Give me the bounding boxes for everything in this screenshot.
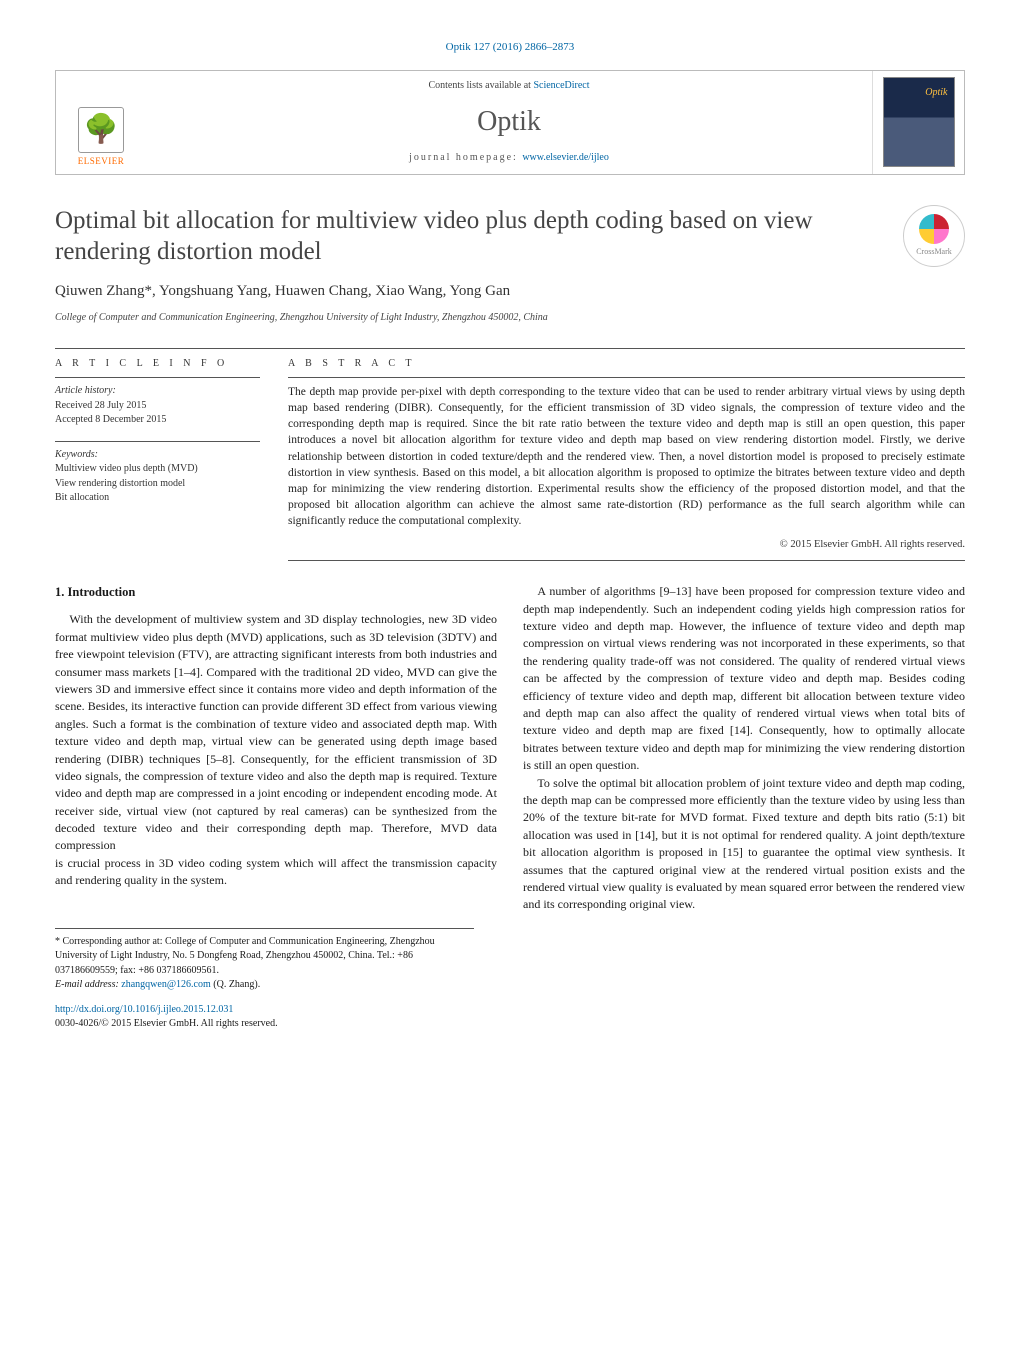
- issn-line: 0030-4026/© 2015 Elsevier GmbH. All righ…: [55, 1018, 278, 1029]
- keyword-2: Bit allocation: [55, 491, 260, 505]
- contents-prefix: Contents lists available at: [428, 80, 533, 91]
- article-info-col: A R T I C L E I N F O Article history: R…: [55, 349, 260, 562]
- section-1-heading: 1. Introduction: [55, 583, 497, 601]
- footnotes: * Corresponding author at: College of Co…: [55, 928, 474, 993]
- homepage-label: journal homepage:: [409, 152, 522, 163]
- history-block: Article history: Received 28 July 2015 A…: [55, 377, 260, 427]
- doi-link[interactable]: http://dx.doi.org/10.1016/j.ijleo.2015.1…: [55, 1004, 233, 1015]
- article-title: Optimal bit allocation for multiview vid…: [55, 205, 903, 268]
- body-columns: 1. Introduction With the development of …: [55, 583, 965, 913]
- crossmark-badge[interactable]: CrossMark: [903, 205, 965, 267]
- contents-line: Contents lists available at ScienceDirec…: [428, 79, 589, 94]
- email-link[interactable]: zhangqwen@126.com: [121, 979, 210, 990]
- journal-cover-thumb: [883, 77, 955, 167]
- affiliation: College of Computer and Communication En…: [55, 311, 965, 326]
- sciencedirect-link[interactable]: ScienceDirect: [533, 80, 589, 91]
- elsevier-logo: 🌳 ELSEVIER: [78, 107, 125, 168]
- body-para-2: is crucial process in 3D video coding sy…: [55, 855, 497, 890]
- cover-cell: [872, 71, 964, 174]
- bottom-info: http://dx.doi.org/10.1016/j.ijleo.2015.1…: [55, 1003, 965, 1032]
- history-received: Received 28 July 2015: [55, 399, 260, 413]
- journal-header: 🌳 ELSEVIER Contents lists available at S…: [55, 70, 965, 175]
- crossmark-label: CrossMark: [916, 246, 952, 258]
- elsevier-tree-icon: 🌳: [78, 107, 124, 153]
- keywords-block: Keywords: Multiview video plus depth (MV…: [55, 441, 260, 505]
- crossmark-icon: [919, 214, 949, 244]
- journal-homepage-link[interactable]: www.elsevier.de/ijleo: [522, 152, 609, 163]
- abstract-col: A B S T R A C T The depth map provide pe…: [288, 349, 965, 562]
- history-accepted: Accepted 8 December 2015: [55, 413, 260, 427]
- header-center: Contents lists available at ScienceDirec…: [146, 71, 872, 174]
- header-citation: Optik 127 (2016) 2866–2873: [55, 40, 965, 56]
- authors-text: Qiuwen Zhang*, Yongshuang Yang, Huawen C…: [55, 283, 510, 299]
- journal-name: Optik: [477, 102, 541, 143]
- publisher-name: ELSEVIER: [78, 155, 125, 168]
- body-para-4: To solve the optimal bit allocation prob…: [523, 775, 965, 914]
- history-label: Article history:: [55, 384, 260, 399]
- abstract-copyright: © 2015 Elsevier GmbH. All rights reserve…: [288, 537, 965, 552]
- email-footnote: E-mail address: zhangqwen@126.com (Q. Zh…: [55, 978, 474, 993]
- abstract-text: The depth map provide per-pixel with dep…: [288, 384, 965, 529]
- abstract-heading: A B S T R A C T: [288, 349, 965, 378]
- rule-abstract-bottom: [288, 560, 965, 561]
- body-para-1: With the development of multiview system…: [55, 611, 497, 854]
- keywords-label: Keywords:: [55, 448, 260, 463]
- homepage-line: journal homepage: www.elsevier.de/ijleo: [409, 151, 609, 166]
- body-para-3: A number of algorithms [9–13] have been …: [523, 583, 965, 774]
- corresponding-footnote: * Corresponding author at: College of Co…: [55, 935, 474, 979]
- email-label: E-mail address:: [55, 979, 121, 990]
- keyword-0: Multiview video plus depth (MVD): [55, 462, 260, 476]
- author-list: Qiuwen Zhang*, Yongshuang Yang, Huawen C…: [55, 281, 965, 303]
- email-who: (Q. Zhang).: [211, 979, 260, 990]
- article-info-heading: A R T I C L E I N F O: [55, 349, 260, 378]
- publisher-cell: 🌳 ELSEVIER: [56, 71, 146, 174]
- keyword-1: View rendering distortion model: [55, 477, 260, 491]
